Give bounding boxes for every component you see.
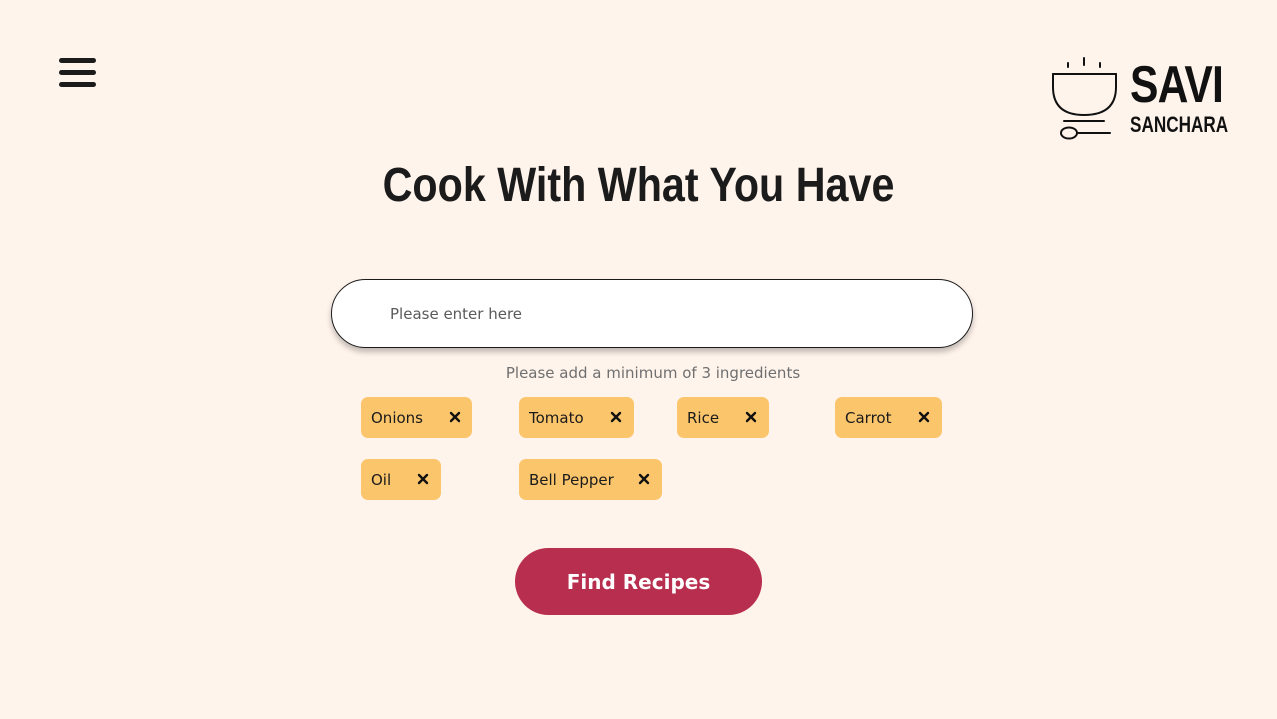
page-title: Cook With What You Have <box>382 159 895 212</box>
ingredient-chip: Onions <box>361 397 472 438</box>
ingredient-chip-label: Tomato <box>529 409 584 427</box>
close-icon[interactable] <box>413 469 433 489</box>
soup-bowl-icon <box>1052 57 1117 140</box>
close-icon[interactable] <box>634 469 654 489</box>
ingredient-chip: Rice <box>677 397 769 438</box>
find-recipes-button[interactable]: Find Recipes <box>515 548 762 615</box>
ingredient-chip: Bell Pepper <box>519 459 662 500</box>
ingredient-input[interactable] <box>390 280 950 347</box>
ingredient-chip: Oil <box>361 459 441 500</box>
ingredient-chip: Tomato <box>519 397 634 438</box>
brand-tagline: SANCHARA <box>1130 112 1229 137</box>
ingredient-chip: Carrot <box>835 397 942 438</box>
ingredient-chip-label: Oil <box>371 471 392 489</box>
ingredient-chip-label: Carrot <box>845 409 892 427</box>
ingredient-chip-label: Onions <box>371 409 423 427</box>
close-icon[interactable] <box>741 407 761 427</box>
close-icon[interactable] <box>445 407 465 427</box>
close-icon[interactable] <box>914 407 934 427</box>
ingredient-hint: Please add a minimum of 3 ingredients <box>505 364 801 382</box>
ingredient-chip-label: Bell Pepper <box>529 471 614 489</box>
close-icon[interactable] <box>606 407 626 427</box>
menu-bar <box>59 58 96 63</box>
menu-bar <box>59 70 96 75</box>
menu-bar <box>59 82 96 87</box>
brand-name: SAVI <box>1130 56 1224 114</box>
menu-icon[interactable] <box>59 57 96 88</box>
ingredient-search-box <box>331 279 973 348</box>
brand-logo[interactable]: SAVI SANCHARA <box>1050 55 1235 145</box>
ingredient-chip-label: Rice <box>687 409 720 427</box>
